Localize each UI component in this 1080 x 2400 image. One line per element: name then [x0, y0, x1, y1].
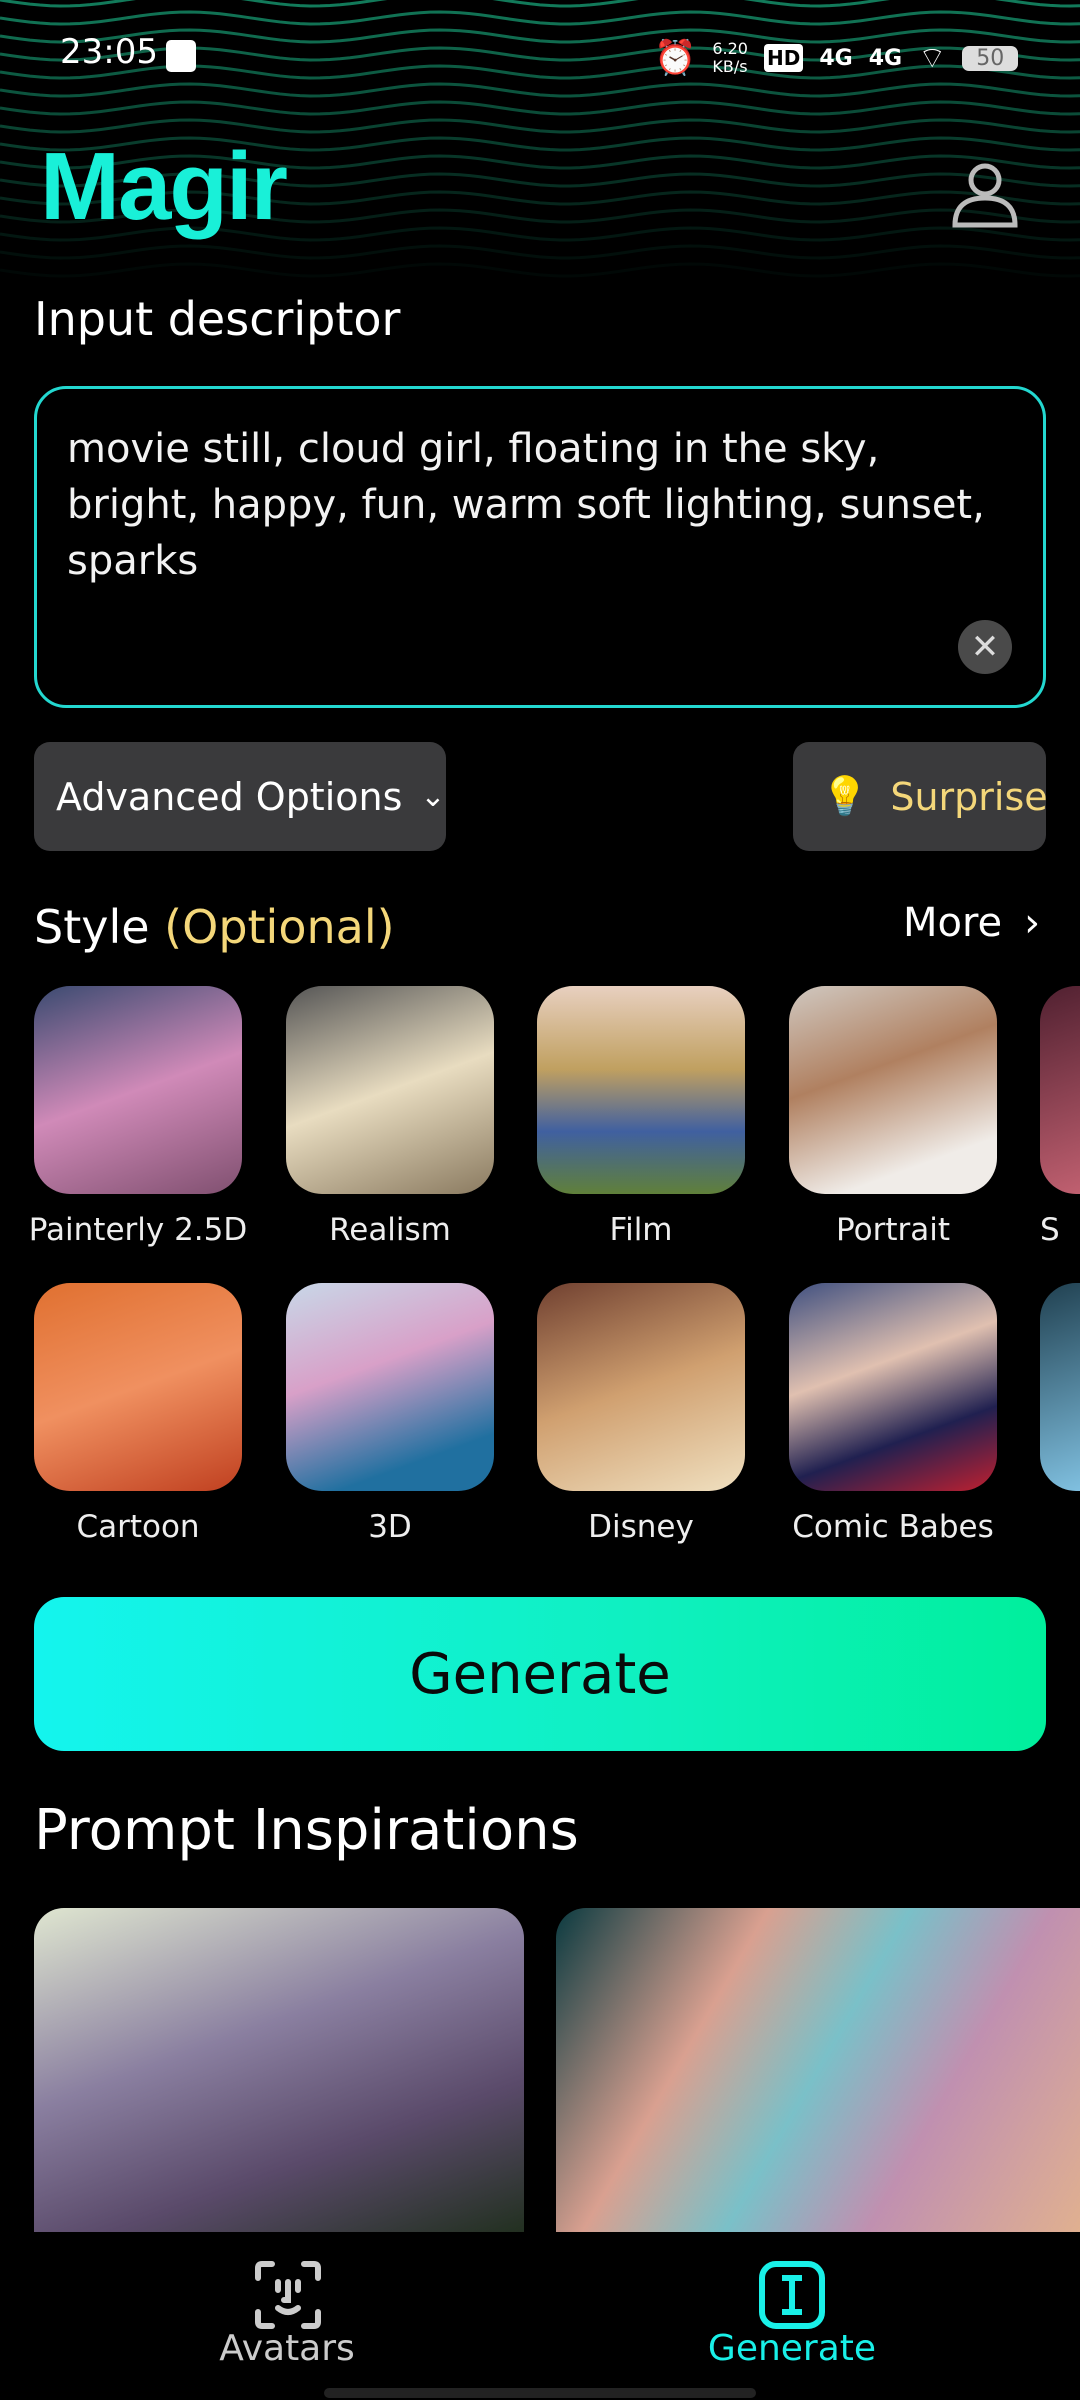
nav-avatars[interactable]: Avatars: [137, 2328, 437, 2369]
bottom-nav: [0, 2232, 1080, 2400]
status-time: 23:05: [60, 32, 158, 72]
style-title: Style: [34, 900, 150, 954]
advanced-options-button[interactable]: Advanced Options ⌄: [34, 742, 446, 851]
style-thumb[interactable]: [537, 986, 745, 1194]
style-thumb[interactable]: [1040, 1283, 1080, 1491]
style-thumb[interactable]: [1040, 986, 1080, 1194]
alarm-icon: ⏰: [654, 38, 697, 78]
advanced-options-label: Advanced Options: [56, 774, 403, 819]
chevron-down-icon: ⌄: [420, 779, 446, 814]
inspirations-heading: Prompt Inspirations: [34, 1798, 579, 1863]
input-label: Input descriptor: [34, 292, 401, 346]
style-optional: (Optional): [164, 900, 395, 954]
style-label: Painterly 2.5D: [28, 1212, 248, 1248]
more-label: More: [903, 900, 1003, 946]
surprise-label: Surprise: [890, 774, 1048, 819]
signal-2: 4G: [868, 45, 903, 71]
inspiration-card[interactable]: [34, 1908, 524, 2232]
hd-icon: HD: [763, 44, 804, 72]
style-thumb[interactable]: [34, 986, 242, 1194]
more-link[interactable]: More ›: [903, 900, 1040, 946]
style-label: S: [1040, 1212, 1060, 1248]
style-heading: Style (Optional): [34, 900, 395, 954]
generate-button[interactable]: Generate: [34, 1597, 1046, 1751]
status-icons: ⏰ 6.20 KB/s HD 4G 4G ⌔ 50: [654, 38, 1019, 78]
net-speed: 6.20: [712, 39, 748, 58]
style-thumb[interactable]: [789, 986, 997, 1194]
profile-icon[interactable]: [950, 160, 1020, 230]
wifi-icon: ⌔: [918, 41, 947, 76]
screenshot-icon: [166, 40, 196, 72]
text-cursor-icon[interactable]: [758, 2260, 826, 2330]
inspiration-card[interactable]: [556, 1908, 1080, 2232]
clear-button[interactable]: ✕: [958, 620, 1012, 674]
style-thumb[interactable]: [789, 1283, 997, 1491]
net-speed-unit: KB/s: [712, 57, 748, 76]
battery-icon: 50: [962, 45, 1019, 71]
app-logo: Magir: [40, 133, 288, 240]
face-scan-icon[interactable]: [254, 2260, 322, 2330]
style-label: Comic Babes: [792, 1509, 994, 1545]
prompt-input[interactable]: movie still, cloud girl, floating in the…: [34, 386, 1046, 708]
style-thumb[interactable]: [537, 1283, 745, 1491]
style-label: 3D: [368, 1509, 412, 1545]
style-label: Portrait: [836, 1212, 950, 1248]
style-thumb[interactable]: [286, 1283, 494, 1491]
style-thumb[interactable]: [286, 986, 494, 1194]
chevron-right-icon: ›: [1024, 900, 1041, 946]
signal-1: 4G: [819, 45, 853, 71]
style-label: Disney: [588, 1509, 694, 1545]
close-icon: ✕: [970, 627, 1000, 667]
home-indicator[interactable]: [324, 2388, 756, 2398]
lightbulb-icon: 💡: [821, 774, 869, 818]
style-label: Cartoon: [76, 1509, 200, 1545]
nav-generate[interactable]: Generate: [642, 2328, 942, 2369]
style-label: Film: [609, 1212, 673, 1248]
style-thumb[interactable]: [34, 1283, 242, 1491]
surprise-button[interactable]: 💡 Surprise: [793, 742, 1048, 851]
style-label: Realism: [329, 1212, 451, 1248]
